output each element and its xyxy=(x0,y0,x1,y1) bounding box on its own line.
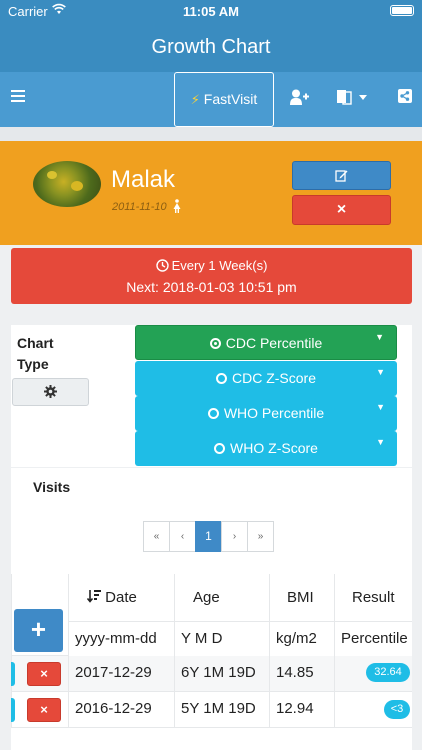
page-1-button[interactable]: 1 xyxy=(195,521,222,552)
column-header-date[interactable]: Date xyxy=(68,574,174,622)
column-header-age[interactable]: Age xyxy=(174,574,269,622)
status-bar: Carrier 11:05 AM xyxy=(0,0,422,22)
option-cdc-percentile[interactable]: CDC Percentile ▼ xyxy=(135,325,397,360)
row-expand-handle[interactable] xyxy=(11,662,15,686)
caret-down-icon: ▼ xyxy=(376,367,385,377)
table-cell-age: 5Y 1M 19D xyxy=(174,692,269,728)
visits-title: Visits xyxy=(33,479,71,495)
caret-down-icon: ▼ xyxy=(376,437,385,447)
caret-down-icon: ▼ xyxy=(376,402,385,412)
visit-reminder[interactable]: Every 1 Week(s) Next: 2018-01-03 10:51 p… xyxy=(11,248,412,304)
table-cell-bmi: 14.85 xyxy=(269,656,334,692)
unit-result: Percentile xyxy=(334,622,412,657)
option-label: WHO Z-Score xyxy=(230,440,318,456)
radio-unchecked-icon xyxy=(207,408,219,419)
option-label: WHO Percentile xyxy=(223,405,325,421)
delete-visit-button[interactable]: × xyxy=(27,698,61,722)
menu-icon[interactable] xyxy=(11,90,25,104)
radio-unchecked-icon xyxy=(214,443,226,454)
chart-settings-button[interactable] xyxy=(12,378,89,406)
female-icon xyxy=(173,199,181,213)
page-prev-button[interactable]: ‹ xyxy=(169,521,196,552)
patient-card: Malak 2011-11-10 × xyxy=(0,141,422,245)
caret-down-icon: ▼ xyxy=(375,332,384,342)
unit-bmi: kg/m2 xyxy=(269,622,334,657)
reminder-frequency: Every 1 Week(s) xyxy=(11,258,412,273)
divider xyxy=(0,127,422,141)
clock-icon xyxy=(155,259,169,272)
option-label: CDC Z-Score xyxy=(231,370,316,386)
edit-patient-button[interactable] xyxy=(292,161,391,190)
radio-checked-icon xyxy=(209,338,221,349)
option-cdc-zscore[interactable]: CDC Z-Score ▼ xyxy=(135,361,397,396)
page-last-button[interactable]: » xyxy=(247,521,274,552)
option-who-percentile[interactable]: WHO Percentile ▼ xyxy=(135,396,397,431)
add-visit-button[interactable]: + xyxy=(14,609,63,652)
avatar[interactable] xyxy=(33,161,101,207)
table-cell-bmi: 12.94 xyxy=(269,692,334,728)
visits-panel: Visits « ‹ 1 › » + Date Age BMI Result y… xyxy=(11,468,412,750)
page-next-button[interactable]: › xyxy=(221,521,248,552)
close-icon: × xyxy=(336,201,347,218)
reminder-frequency-text: Every 1 Week(s) xyxy=(171,258,268,273)
edit-icon xyxy=(335,170,348,182)
reminder-next: Next: 2018-01-03 10:51 pm xyxy=(126,279,297,295)
unit-date: yyyy-mm-dd xyxy=(68,622,174,657)
result-badge[interactable]: 32.64 xyxy=(366,663,410,682)
sort-icon xyxy=(86,590,101,603)
add-user-icon[interactable] xyxy=(290,89,309,105)
delete-visit-button[interactable]: × xyxy=(27,662,61,686)
gear-icon xyxy=(44,385,57,398)
radio-unchecked-icon xyxy=(215,373,227,384)
share-icon[interactable] xyxy=(398,89,412,103)
chart-type-label: Chart Type xyxy=(17,335,54,372)
option-who-zscore[interactable]: WHO Z-Score ▼ xyxy=(135,431,397,466)
patient-dob: 2011-11-10 xyxy=(112,201,167,213)
column-header-result[interactable]: Result xyxy=(334,574,412,622)
pagination: « ‹ 1 › » xyxy=(143,521,274,552)
page-first-button[interactable]: « xyxy=(143,521,170,552)
delete-patient-button[interactable]: × xyxy=(292,195,391,225)
table-cell-date: 2016-12-29 xyxy=(68,692,174,728)
fast-visit-label: FastVisit xyxy=(203,91,258,107)
column-header-label: Date xyxy=(105,589,137,606)
translate-icon[interactable] xyxy=(337,89,367,105)
bolt-icon: ⚡ xyxy=(190,92,200,107)
row-expand-handle[interactable] xyxy=(11,698,15,722)
battery-icon xyxy=(390,5,414,16)
column-header-bmi[interactable]: BMI xyxy=(269,574,334,622)
table-cell-age: 6Y 1M 19D xyxy=(174,656,269,692)
toolbar: ⚡ FastVisit xyxy=(0,72,422,127)
clock: 11:05 AM xyxy=(183,4,239,19)
unit-age: Y M D xyxy=(174,622,269,657)
patient-name: Malak xyxy=(111,166,176,193)
chart-type-panel: Chart Type CDC Percentile ▼ CDC Z-Score … xyxy=(11,325,412,467)
result-badge[interactable]: <3 xyxy=(384,700,410,719)
option-label: CDC Percentile xyxy=(225,335,323,351)
fast-visit-button[interactable]: ⚡ FastVisit xyxy=(174,72,274,127)
table-cell-date: 2017-12-29 xyxy=(68,656,174,692)
app-title: Growth Chart xyxy=(0,22,422,72)
